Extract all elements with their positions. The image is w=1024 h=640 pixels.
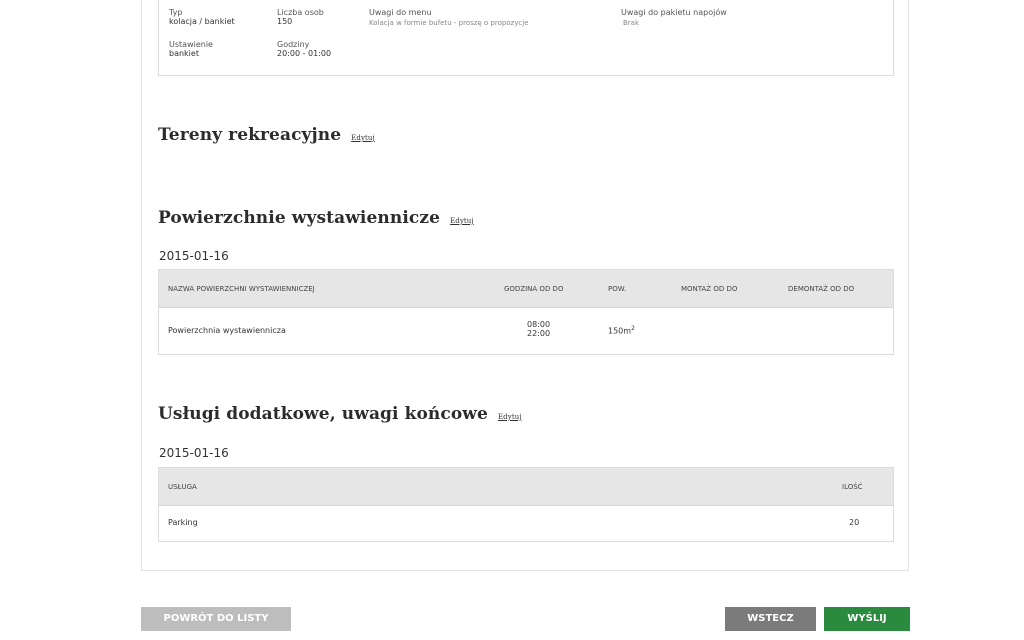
extra-services-table-header: USŁUGA ILOŚĆ [159, 468, 893, 506]
area-value: 150m [608, 326, 632, 336]
menu-notes-label: Uwagi do menu [369, 8, 432, 17]
exhibition-name-cell: Powierzchnia wystawiennicza [168, 326, 286, 335]
catering-summary-box: Typ kolacja / bankiet Liczba osob 150 Us… [158, 0, 894, 76]
exhibition-edit-link[interactable]: Edytuj [450, 217, 474, 225]
hours-label: Godziny [277, 40, 310, 49]
back-button[interactable]: WSTECZ [725, 607, 816, 631]
table-row: Parking 20 [159, 506, 893, 541]
col-disassembly: DEMONTAŻ OD DO [788, 285, 855, 293]
setup-value: bankiet [169, 49, 199, 58]
exhibition-table-header: NAZWA POWIERZCHNI WYSTAWIENNICZEJ GODZIN… [159, 270, 893, 308]
type-value: kolacja / bankiet [169, 17, 235, 26]
recreation-heading: Tereny rekreacyjne Edytuj [158, 125, 375, 145]
col-quantity: ILOŚĆ [842, 483, 863, 491]
col-hours: GODZINA OD DO [504, 285, 564, 293]
recreation-title: Tereny rekreacyjne [158, 125, 342, 145]
exhibition-table: NAZWA POWIERZCHNI WYSTAWIENNICZEJ GODZIN… [158, 269, 894, 355]
exhibition-area-cell: 150m2 [608, 325, 635, 336]
drinks-notes-field: Uwagi do pakietu napojów Brak [621, 8, 727, 28]
area-unit-sup: 2 [631, 325, 635, 332]
drinks-notes-value: Brak [623, 19, 640, 27]
hours-value: 20:00 - 01:00 [277, 49, 332, 58]
persons-field: Liczba osob 150 [277, 8, 324, 26]
hours-field: Godziny 20:00 - 01:00 [277, 40, 331, 58]
exhibition-hours-cell: 08:00 22:00 [527, 320, 550, 338]
persons-label: Liczba osob [277, 8, 324, 17]
type-label: Typ [169, 8, 183, 17]
exhibition-title: Powierzchnie wystawiennicze [158, 208, 441, 228]
exhibition-date: 2015-01-16 [159, 249, 229, 263]
col-assembly: MONTAŻ OD DO [681, 285, 738, 293]
service-name-cell: Parking [168, 518, 198, 527]
extra-services-title: Usługi dodatkowe, uwagi końcowe [158, 404, 488, 424]
drinks-notes-label: Uwagi do pakietu napojów [621, 8, 727, 17]
col-area: POW. [608, 285, 627, 293]
service-quantity-cell: 20 [849, 518, 860, 527]
setup-label: Ustawienie [169, 40, 213, 49]
persons-value: 150 [277, 17, 293, 26]
recreation-edit-link[interactable]: Edytuj [351, 134, 375, 142]
type-field: Typ kolacja / bankiet [169, 8, 235, 26]
menu-notes-value: Kolacja w formie bufetu - proszę o propo… [369, 19, 529, 27]
setup-field: Ustawienie bankiet [169, 40, 213, 58]
exhibition-heading: Powierzchnie wystawiennicze Edytuj [158, 208, 474, 228]
col-service: USŁUGA [168, 483, 197, 491]
hour-from: 08:00 [527, 320, 551, 329]
extra-services-table: USŁUGA ILOŚĆ Parking 20 [158, 467, 894, 542]
extra-services-heading: Usługi dodatkowe, uwagi końcowe Edytuj [158, 404, 522, 424]
menu-notes-field: Uwagi do menu Kolacja w formie bufetu - … [369, 8, 529, 28]
hour-to: 22:00 [527, 329, 551, 338]
table-row: Powierzchnia wystawiennicza 08:00 22:00 … [159, 308, 893, 354]
extra-services-date: 2015-01-16 [159, 446, 229, 460]
col-exhibition-name: NAZWA POWIERZCHNI WYSTAWIENNICZEJ [168, 285, 315, 293]
extra-services-edit-link[interactable]: Edytuj [498, 413, 522, 421]
back-to-list-button[interactable]: POWRÓT DO LISTY [141, 607, 291, 631]
send-button[interactable]: WYŚLIJ [824, 607, 910, 631]
